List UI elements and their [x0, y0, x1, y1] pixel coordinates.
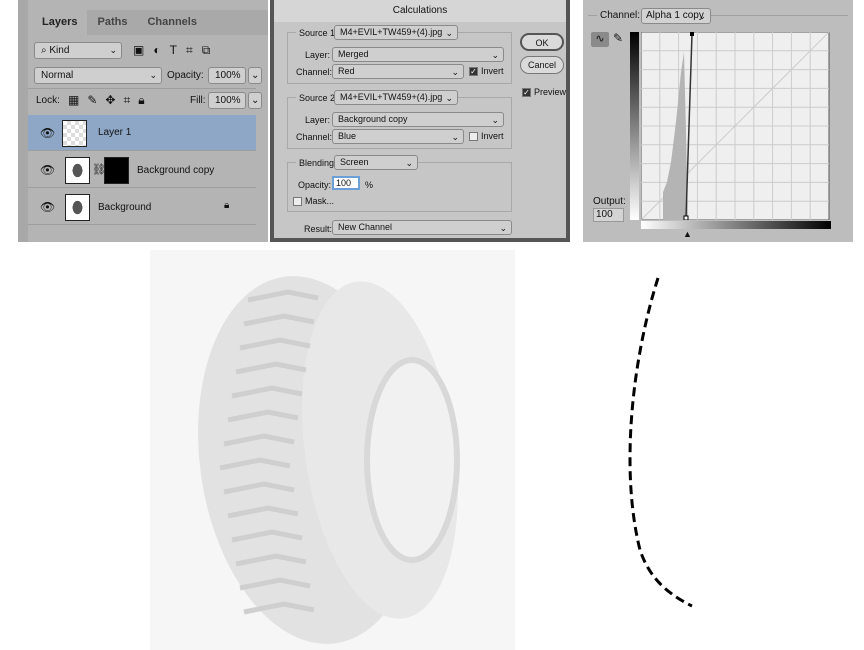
chevron-down-icon: ⌄ — [491, 50, 499, 60]
output-gradient-bar — [630, 32, 639, 220]
checkbox-icon[interactable] — [293, 197, 302, 207]
checkbox-icon[interactable]: ✓ — [522, 88, 531, 98]
input-gradient-bar — [641, 221, 831, 229]
visibility-eye-icon[interactable]: 👁︎ — [40, 200, 55, 214]
type-filter-icon[interactable]: T — [170, 43, 186, 57]
channel-label: Channel: — [296, 132, 333, 142]
tab-paths[interactable]: Paths — [87, 10, 137, 35]
chevron-down-icon: ⌄ — [491, 115, 499, 125]
channel-label: Channel: — [296, 67, 333, 77]
lock-paint-icon[interactable]: ✎ — [87, 93, 105, 107]
channel-label: Channel: — [597, 10, 644, 21]
opacity-dropdown[interactable]: ⌄ — [248, 67, 262, 84]
image-filter-icon[interactable]: ▣ — [133, 43, 153, 57]
chevron-down-icon: ⌄ — [451, 67, 459, 77]
fill-dropdown[interactable]: ⌄ — [248, 92, 262, 109]
cancel-button[interactable]: Cancel — [520, 56, 564, 74]
blending-label: Blending: — [296, 158, 340, 168]
blend-mode-select[interactable]: Normal ⌄ — [34, 67, 162, 84]
source1-channel-select[interactable]: Red ⌄ — [332, 64, 464, 79]
chevron-down-icon: ⌄ — [445, 93, 453, 103]
layer-thumbnail — [62, 120, 87, 147]
layer-name: Background — [98, 202, 152, 213]
curve-graph[interactable] — [641, 32, 831, 220]
visibility-eye-icon[interactable]: 👁︎ — [40, 163, 55, 177]
layer-thumbnail — [65, 194, 90, 221]
layer-thumbnail — [65, 157, 90, 184]
blending-select[interactable]: Screen ⌄ — [334, 155, 418, 170]
source1-layer-select[interactable]: Merged ⌄ — [332, 47, 504, 62]
lock-position-icon[interactable]: ✥ — [105, 93, 123, 107]
layer-name: Background copy — [137, 165, 215, 176]
layer-label: Layer: — [305, 115, 331, 125]
source1-file-select[interactable]: M4+EVIL+TW459+(4).jpg ⌄ — [334, 25, 458, 40]
visibility-eye-icon[interactable]: 👁︎ — [40, 126, 55, 140]
chevron-down-icon: ⌄ — [499, 223, 507, 233]
curves-panel: Channel: Alpha 1 copy ⌄ ∿ ✎ Output: 100 ▲ — [583, 0, 853, 242]
result-select[interactable]: New Channel ⌄ — [332, 220, 512, 235]
opacity-field[interactable]: 100% — [208, 67, 246, 84]
panel-tabs: Layers Paths Channels — [32, 10, 268, 35]
tire-image — [150, 250, 515, 650]
layer-label: Layer: — [305, 50, 331, 60]
layer-mask-thumbnail[interactable] — [104, 157, 129, 184]
layers-panel: Layers Paths Channels ⌕ Kind ⌄ ▣◐T⌗⧉ Norm… — [18, 0, 268, 242]
chevron-down-icon: ⌄ — [445, 28, 453, 38]
result-label: Result: — [304, 224, 333, 234]
dialog-title: Calculations — [274, 0, 566, 22]
layer-row[interactable]: 👁︎ Background 🔒︎ — [28, 189, 256, 225]
lock-transparent-icon[interactable]: ▦ — [68, 93, 87, 107]
smart-object-filter-icon[interactable]: ⧉ — [202, 43, 220, 57]
output-input[interactable]: 100 — [593, 208, 624, 222]
lock-icon: 🔒︎ — [224, 200, 230, 211]
lock-all-icon[interactable]: 🔒︎ — [138, 93, 152, 107]
output-label: Output: — [593, 196, 626, 207]
lock-artboard-icon[interactable]: ⌗ — [123, 93, 138, 107]
chevron-down-icon: ⌄ — [149, 70, 157, 80]
lock-icons: ▦✎✥⌗🔒︎ — [68, 93, 153, 108]
ok-button[interactable]: OK — [520, 33, 564, 51]
channel-select[interactable]: Alpha 1 copy ⌄ — [641, 8, 711, 24]
checkbox-icon[interactable] — [469, 132, 478, 142]
pencil-icon[interactable]: ✎ — [613, 31, 623, 45]
calculations-dialog: Calculations Source 1: M4+EVIL+TW459+(4)… — [270, 0, 570, 242]
mask-image — [520, 250, 850, 650]
source2-layer-select[interactable]: Background copy ⌄ — [332, 112, 504, 127]
black-point-slider[interactable]: ▲ — [683, 229, 692, 239]
opacity-label: Opacity: — [298, 180, 332, 190]
chevron-down-icon: ⌄ — [405, 158, 413, 168]
source2-channel-select[interactable]: Blue ⌄ — [332, 129, 464, 144]
layer-row[interactable]: 👁︎ ⛓︎ Background copy — [28, 152, 256, 188]
opacity-input[interactable]: 100 — [332, 176, 360, 190]
fill-label: Fill: — [190, 95, 206, 106]
source2-invert-checkbox[interactable]: Invert — [469, 131, 504, 142]
source2-file-select[interactable]: M4+EVIL+TW459+(4).jpg ⌄ — [334, 90, 458, 105]
adjustment-filter-icon[interactable]: ◐ — [153, 43, 169, 57]
mask-checkbox[interactable]: Mask... — [293, 196, 334, 207]
filter-icons[interactable]: ▣◐T⌗⧉ — [133, 43, 219, 58]
opacity-label: Opacity: — [167, 70, 204, 81]
tab-channels[interactable]: Channels — [137, 10, 207, 35]
curve-point-tool-icon[interactable]: ∿ — [591, 32, 609, 47]
shape-filter-icon[interactable]: ⌗ — [186, 43, 202, 57]
checkbox-icon[interactable]: ✓ — [469, 67, 478, 77]
tab-layers[interactable]: Layers — [32, 10, 88, 35]
curve-point — [683, 215, 689, 220]
chevron-down-icon: ⌄ — [451, 132, 459, 142]
chevron-down-icon: ⌄ — [698, 11, 706, 21]
lock-label: Lock: — [36, 95, 60, 106]
chevron-down-icon: ⌄ — [109, 45, 117, 55]
fill-field[interactable]: 100% — [208, 92, 246, 109]
preview-checkbox[interactable]: ✓ Preview — [522, 87, 566, 98]
curve-point — [690, 32, 694, 36]
percent-label: % — [365, 180, 374, 190]
layer-name: Layer 1 — [98, 127, 132, 138]
source1-invert-checkbox[interactable]: ✓ Invert — [469, 66, 504, 77]
filter-kind-select[interactable]: ⌕ Kind ⌄ — [34, 42, 122, 59]
layer-row[interactable]: 👁︎ Layer 1 — [28, 115, 256, 151]
